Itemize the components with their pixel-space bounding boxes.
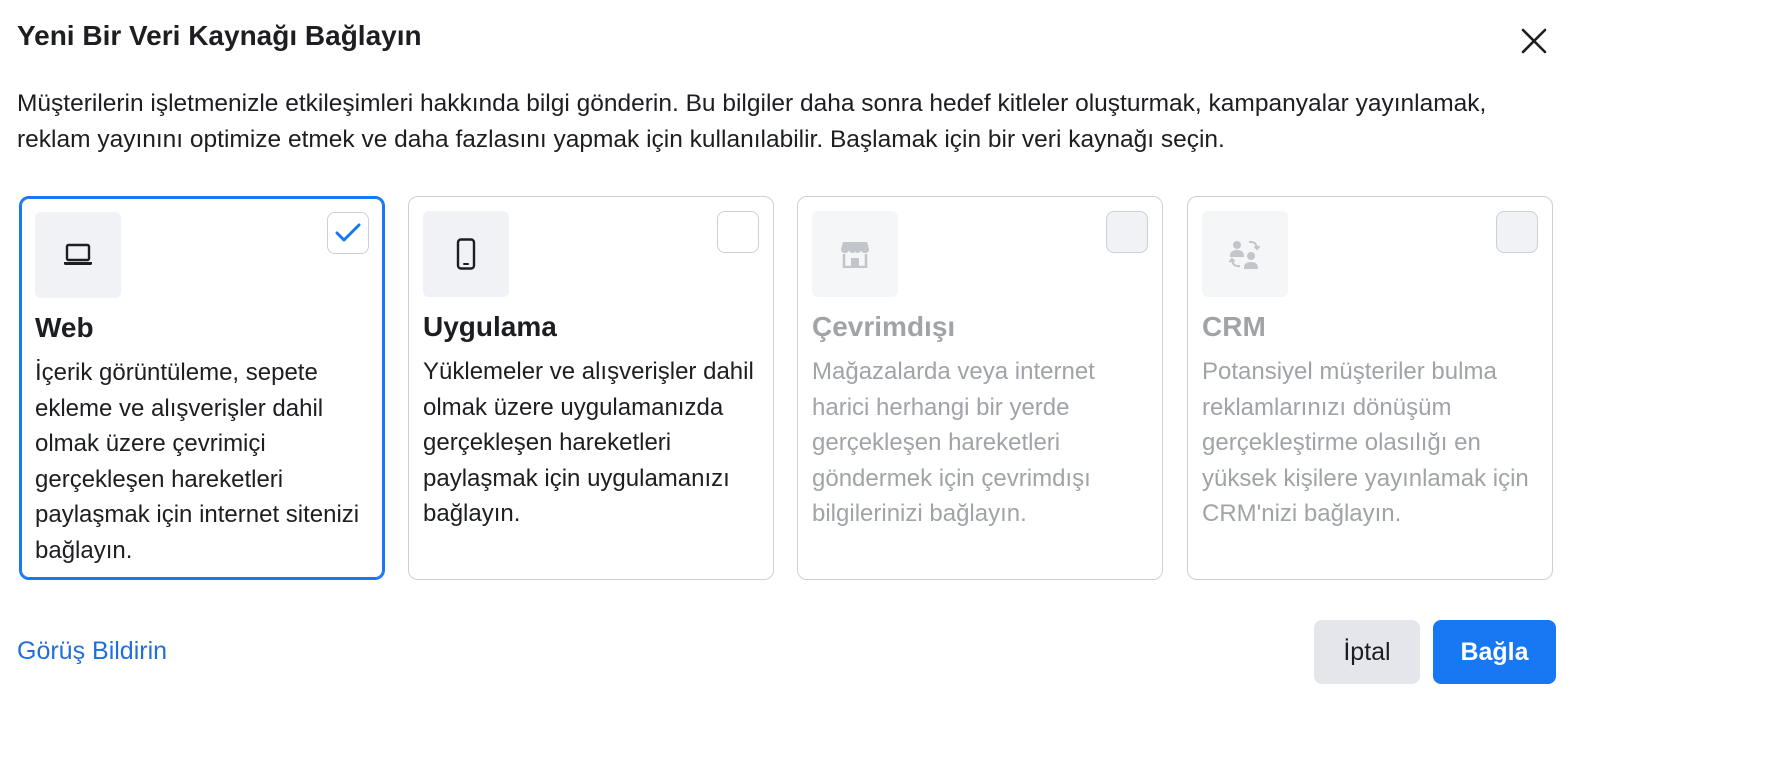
source-card-title: Uygulama bbox=[423, 311, 557, 342]
source-card-crm: CRM Potansiyel müşteriler bulma reklamla… bbox=[1187, 196, 1553, 580]
connect-data-source-dialog: Yeni Bir Veri Kaynağı Bağlayın Müşterile… bbox=[0, 0, 1770, 784]
dialog-title: Yeni Bir Veri Kaynağı Bağlayın bbox=[17, 20, 422, 51]
dialog-description: Müşterilerin işletmenizle etkileşimleri … bbox=[17, 90, 1487, 153]
store-icon bbox=[841, 242, 869, 268]
source-checkbox bbox=[1496, 211, 1538, 253]
give-feedback-link[interactable]: Görüş Bildirin bbox=[17, 637, 167, 666]
source-card-description: İçerik görüntüleme, sepete ekleme ve alı… bbox=[35, 359, 360, 564]
close-icon bbox=[1521, 28, 1547, 54]
cancel-button[interactable]: İptal bbox=[1314, 620, 1420, 684]
laptop-icon bbox=[64, 243, 92, 265]
source-card-description: Potansiyel müşteriler bulma reklamlarını… bbox=[1202, 358, 1529, 527]
source-checkbox bbox=[1106, 211, 1148, 253]
close-button[interactable] bbox=[1513, 20, 1555, 62]
source-card-title: CRM bbox=[1202, 311, 1266, 342]
connect-button[interactable]: Bağla bbox=[1433, 620, 1556, 684]
source-card-web[interactable]: Web İçerik görüntüleme, sepete ekleme ve… bbox=[19, 196, 385, 580]
source-card-title: Web bbox=[35, 312, 94, 343]
source-checkbox[interactable] bbox=[327, 212, 369, 254]
mobile-phone-icon bbox=[456, 238, 476, 270]
source-card-description: Mağazalarda veya internet harici herhang… bbox=[812, 358, 1095, 527]
checkmark-icon bbox=[335, 223, 361, 242]
people-sync-icon bbox=[1229, 240, 1261, 269]
source-card-description: Yüklemeler ve alışverişler dahil olmak ü… bbox=[423, 358, 754, 527]
source-card-offline: Çevrimdışı Mağazalarda veya internet har… bbox=[797, 196, 1163, 580]
source-card-title: Çevrimdışı bbox=[812, 311, 956, 342]
source-checkbox[interactable] bbox=[717, 211, 759, 253]
source-card-app[interactable]: Uygulama Yüklemeler ve alışverişler dahi… bbox=[408, 196, 774, 580]
